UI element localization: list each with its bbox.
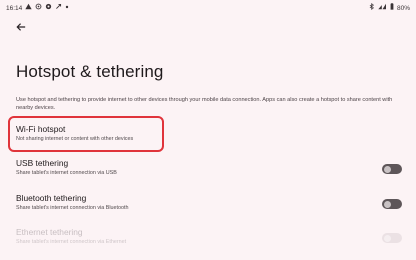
settings-icon bbox=[45, 3, 52, 13]
bluetooth-tethering-subtitle: Share tablet's internet connection via B… bbox=[16, 205, 129, 211]
bluetooth-tethering-toggle[interactable] bbox=[382, 199, 402, 209]
status-bar-left: 16:14 bbox=[6, 3, 69, 13]
wifi-signal-icon bbox=[378, 3, 387, 13]
battery-icon bbox=[390, 3, 394, 13]
toggle-thumb bbox=[384, 234, 391, 242]
bluetooth-icon bbox=[369, 2, 375, 13]
arrow-back-icon bbox=[16, 19, 26, 37]
warning-icon bbox=[25, 3, 32, 13]
wifi-hotspot-item[interactable]: Wi-Fi hotspot Not sharing internet or co… bbox=[16, 124, 408, 150]
status-bar: 16:14 80% bbox=[0, 0, 416, 14]
ethernet-tethering-subtitle: Share tablet's internet connection via E… bbox=[16, 239, 127, 245]
hotspot-icon bbox=[35, 3, 42, 13]
status-bar-right: 80% bbox=[369, 2, 410, 13]
ethernet-tethering-title: Ethernet tethering bbox=[16, 227, 83, 237]
ethernet-tethering-item: Ethernet tethering Share tablet's intern… bbox=[16, 227, 408, 253]
bluetooth-tethering-title: Bluetooth tethering bbox=[16, 193, 87, 203]
link-icon bbox=[55, 3, 62, 13]
usb-tethering-title: USB tethering bbox=[16, 158, 69, 168]
usb-tethering-toggle[interactable] bbox=[382, 164, 402, 174]
status-time: 16:14 bbox=[6, 4, 23, 12]
toggle-thumb bbox=[384, 200, 391, 208]
dot-icon bbox=[65, 5, 69, 12]
bluetooth-tethering-item[interactable]: Bluetooth tethering Share tablet's inter… bbox=[16, 193, 408, 219]
toggle-thumb bbox=[384, 165, 391, 173]
wifi-hotspot-title: Wi-Fi hotspot bbox=[16, 124, 66, 134]
ethernet-tethering-toggle bbox=[382, 233, 402, 243]
usb-tethering-subtitle: Share tablet's internet connection via U… bbox=[16, 170, 117, 176]
wifi-hotspot-subtitle: Not sharing internet or content with oth… bbox=[16, 136, 134, 142]
usb-tethering-item[interactable]: USB tethering Share tablet's internet co… bbox=[16, 158, 408, 184]
page-description: Use hotspot and tethering to provide int… bbox=[16, 97, 393, 111]
battery-percent: 80% bbox=[396, 4, 410, 12]
page-title: Hotspot & tethering bbox=[16, 62, 164, 81]
back-button[interactable] bbox=[14, 21, 28, 35]
